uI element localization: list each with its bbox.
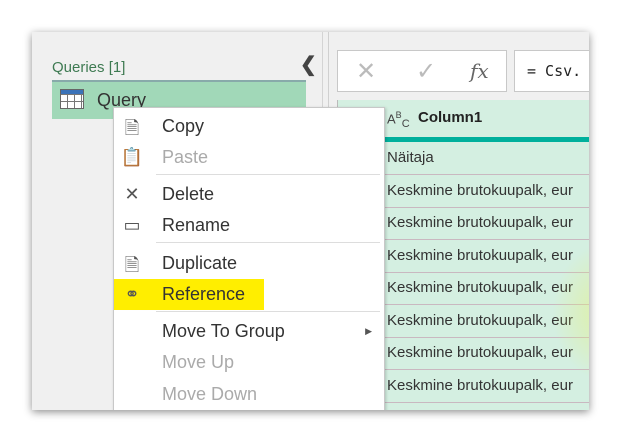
menu-separator <box>156 242 380 243</box>
table-row[interactable]: Keskmine brutokuupalk, eur <box>383 207 589 240</box>
reference-icon: ⚭ <box>124 284 140 304</box>
fx-button[interactable]: fx <box>470 59 489 83</box>
table-icon <box>60 89 84 109</box>
menu-item-label: Move Up <box>162 352 235 372</box>
delete-icon: ✕ <box>124 184 140 204</box>
menu-item-move-up[interactable]: Move Up <box>114 347 384 378</box>
menu-item-move-down[interactable]: Move Down <box>114 379 384 410</box>
formula-input[interactable]: = Csv. <box>514 50 589 92</box>
menu-item-label: Delete <box>162 184 215 204</box>
submenu-arrow-icon: ▶ <box>365 326 372 336</box>
menu-item-label: Copy <box>162 116 205 136</box>
menu-item-label: Paste <box>162 147 209 167</box>
menu-item-rename[interactable]: ▭ Rename <box>114 210 384 241</box>
menu-item-copy[interactable]: 🗎 Copy <box>114 111 384 142</box>
table-row[interactable]: Keskmine brutokuupalk, eur <box>383 175 589 208</box>
menu-item-label: Move Down <box>162 384 258 404</box>
menu-item-delete[interactable]: ✕ Delete <box>114 179 384 210</box>
check-icon[interactable]: ✓ <box>416 57 436 86</box>
menu-item-duplicate[interactable]: 🗎 Duplicate <box>114 248 384 279</box>
menu-item-move-to-group[interactable]: Move To Group ▶ <box>114 316 384 347</box>
menu-item-paste[interactable]: 📋 Paste <box>114 142 384 173</box>
column-header[interactable]: ABC Column1 <box>383 100 589 142</box>
x-icon[interactable]: ✕ <box>356 57 376 86</box>
column-name: Column1 <box>418 109 483 126</box>
chevron-left-icon[interactable]: ❮ <box>300 52 317 77</box>
menu-item-label: Reference <box>162 284 246 304</box>
context-menu: 🗎 Copy 📋 Paste ✕ Delete ▭ Rename 🗎 Duplicate ⚭ Refe… <box>113 107 385 410</box>
rename-icon: ▭ <box>123 215 141 235</box>
menu-item-label: Duplicate <box>162 253 238 273</box>
table-row[interactable]: Näitaja <box>383 142 589 175</box>
menu-item-label: Move To Group <box>162 321 285 341</box>
menu-item-label: Rename <box>162 215 231 235</box>
queries-title: Queries [1] <box>52 59 126 76</box>
table-row[interactable]: Keskmine brutokuupalk, eur <box>383 370 589 403</box>
menu-separator <box>156 174 380 175</box>
copy-icon: 🗎 <box>124 118 140 138</box>
formula-buttons: ✕ ✓ fx <box>337 50 507 92</box>
menu-item-reference[interactable]: ⚭ Reference <box>114 279 384 310</box>
menu-separator <box>156 311 380 312</box>
power-query-window: Queries [1] ❮ Query ✕ ✓ fx = Csv. ABC Co… <box>32 32 589 410</box>
paste-icon: 📋 <box>120 147 144 167</box>
table-row[interactable]: Keskmine brutokuupalk, eur <box>383 240 589 273</box>
duplicate-icon: 🗎 <box>124 255 140 275</box>
text-type-icon[interactable]: ABC <box>387 110 410 130</box>
